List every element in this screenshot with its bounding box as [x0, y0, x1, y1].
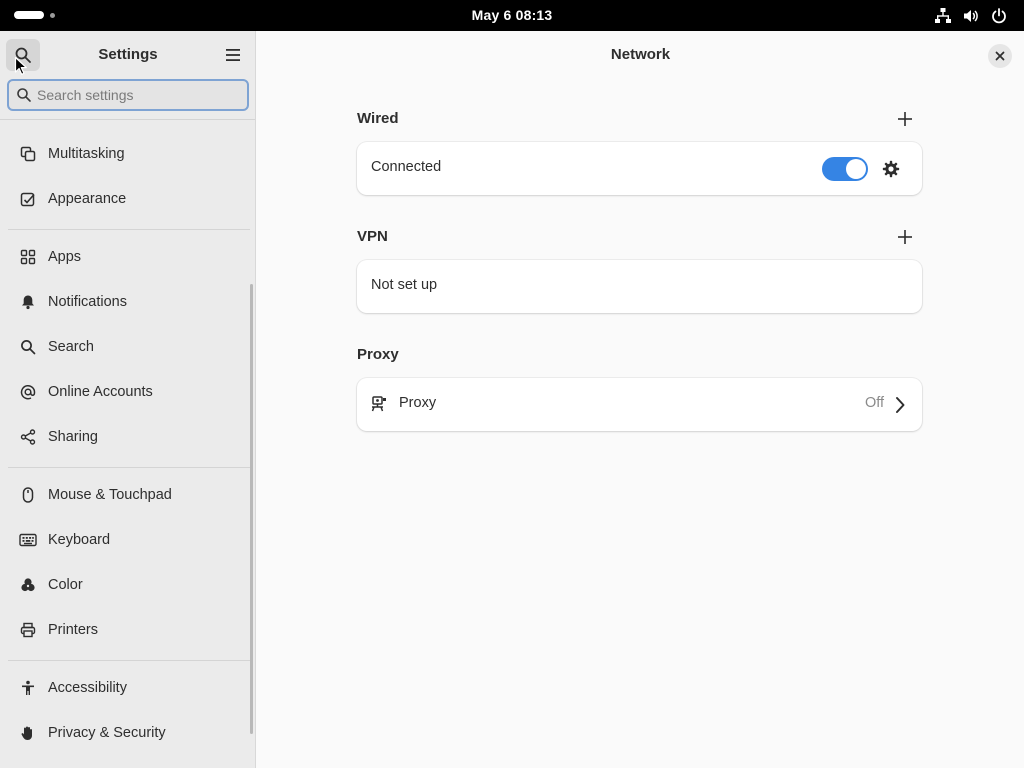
accessibility-icon: [16, 676, 40, 700]
wired-toggle-switch[interactable]: [822, 157, 868, 181]
wired-section-title: Wired: [357, 110, 399, 127]
divider: [8, 660, 250, 661]
apps-icon: [16, 245, 40, 269]
proxy-icon: [371, 396, 386, 412]
main-menu-button[interactable]: [216, 39, 250, 71]
hamburger-icon: [226, 49, 240, 61]
search-field[interactable]: [7, 79, 249, 111]
sidebar-item-label: Keyboard: [48, 532, 111, 548]
sidebar-item-label: Sharing: [48, 429, 98, 445]
divider: [8, 229, 250, 230]
volume-icon[interactable]: [961, 6, 981, 26]
sidebar-item-printers[interactable]: Printers: [8, 609, 246, 651]
sidebar-item-label: Notifications: [48, 294, 127, 310]
proxy-label: Proxy: [399, 395, 437, 411]
divider: [8, 467, 250, 468]
sidebar-item-mouse-touchpad[interactable]: Mouse & Touchpad: [8, 474, 246, 516]
add-wired-button[interactable]: [893, 107, 917, 131]
appearance-icon: [16, 187, 40, 211]
sidebar-item-label: Color: [48, 577, 83, 593]
sidebar: Settings Multitasking Appearance Apps No…: [0, 31, 256, 768]
wired-settings-button[interactable]: [879, 157, 903, 181]
sidebar-item-label: Appearance: [48, 191, 127, 207]
sidebar-item-accessibility[interactable]: Accessibility: [8, 667, 246, 709]
sidebar-item-online-accounts[interactable]: Online Accounts: [8, 371, 246, 413]
sidebar-scrollbar[interactable]: [250, 284, 253, 734]
sidebar-item-label: Search: [48, 339, 94, 355]
wired-connection-row: Connected: [357, 142, 922, 195]
search-icon: [16, 335, 40, 359]
sidebar-item-label: Multitasking: [48, 146, 125, 162]
sidebar-item-apps[interactable]: Apps: [8, 236, 246, 278]
hand-icon: [16, 721, 40, 745]
power-icon[interactable]: [989, 6, 1009, 26]
close-icon: [995, 51, 1005, 61]
sidebar-item-label: Privacy & Security: [48, 725, 166, 741]
printer-icon: [16, 618, 40, 642]
top-bar: May 6 08:13: [0, 0, 1024, 31]
add-vpn-button[interactable]: [893, 225, 917, 249]
vpn-status-label: Not set up: [371, 277, 438, 293]
mouse-icon: [16, 483, 40, 507]
plus-icon: [898, 230, 912, 244]
divider: [0, 119, 255, 120]
wired-status-label: Connected: [371, 159, 442, 175]
search-icon: [17, 88, 31, 102]
proxy-row[interactable]: Proxy Off: [357, 378, 922, 431]
vpn-section-title: VPN: [357, 228, 388, 245]
sidebar-item-label: Accessibility: [48, 680, 127, 696]
sidebar-item-label: Online Accounts: [48, 384, 153, 400]
main-panel: Network Wired Connected VPN Not set up P…: [257, 31, 1024, 768]
clock[interactable]: May 6 08:13: [0, 7, 1024, 23]
at-icon: [16, 380, 40, 404]
sidebar-item-sharing[interactable]: Sharing: [8, 416, 246, 458]
chevron-right-icon: [896, 397, 905, 413]
gear-icon: [882, 160, 900, 178]
bell-icon: [16, 290, 40, 314]
multitasking-icon: [16, 142, 40, 166]
proxy-status: Off: [865, 395, 885, 411]
sidebar-item-label: Mouse & Touchpad: [48, 487, 172, 503]
toggle-knob: [846, 159, 866, 179]
network-icon[interactable]: [933, 6, 953, 26]
sidebar-item-color[interactable]: Color: [8, 564, 246, 606]
sidebar-item-label: Apps: [48, 249, 82, 265]
sidebar-item-search[interactable]: Search: [8, 326, 246, 368]
sidebar-item-privacy-security[interactable]: Privacy & Security: [8, 712, 246, 754]
sidebar-item-keyboard[interactable]: Keyboard: [8, 519, 246, 561]
sidebar-item-appearance[interactable]: Appearance: [8, 178, 246, 220]
sidebar-item-label: Printers: [48, 622, 98, 638]
mouse-cursor-icon: [14, 56, 27, 75]
page-title: Network: [610, 46, 671, 63]
plus-icon: [898, 112, 912, 126]
close-button[interactable]: [988, 44, 1012, 68]
proxy-section-title: Proxy: [357, 346, 399, 363]
search-input[interactable]: [37, 85, 237, 105]
sidebar-item-notifications[interactable]: Notifications: [8, 281, 246, 323]
sidebar-item-multitasking[interactable]: Multitasking: [8, 133, 246, 175]
vpn-row: Not set up: [357, 260, 922, 313]
share-icon: [16, 425, 40, 449]
keyboard-icon: [16, 528, 40, 552]
color-icon: [16, 573, 40, 597]
